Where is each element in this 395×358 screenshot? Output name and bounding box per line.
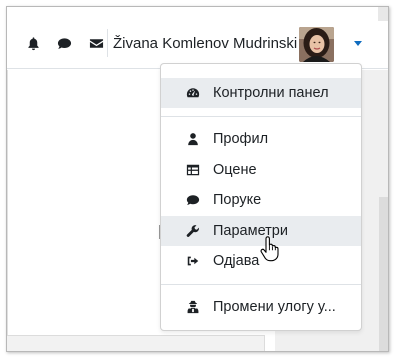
menu-item-label: Поруке: [213, 192, 262, 208]
bell-icon[interactable]: [25, 35, 41, 51]
user-icon: [185, 131, 201, 147]
table-icon: [185, 162, 201, 178]
dashboard-icon: [185, 85, 201, 101]
envelope-icon[interactable]: [88, 35, 104, 51]
scrollbar[interactable]: [378, 7, 388, 21]
navbar-divider: [107, 29, 108, 57]
browser-frame: Živana Komlenov Mudrinski Контролни пане…: [6, 6, 389, 352]
content-block: [7, 335, 265, 351]
chat-bubble-icon[interactable]: [56, 35, 72, 51]
menu-item-grades[interactable]: Оцене: [161, 155, 361, 185]
menu-item-label: Промени улогу у...: [213, 299, 336, 315]
menu-item-profile[interactable]: Профил: [161, 124, 361, 154]
sign-out-icon: [185, 253, 201, 269]
menu-item-dashboard[interactable]: Контролни панел: [161, 78, 361, 108]
menu-divider: [161, 284, 361, 285]
menu-item-label: Одјава: [213, 253, 260, 269]
user-name[interactable]: Živana Komlenov Mudrinski: [113, 35, 297, 53]
wrench-icon: [185, 223, 201, 239]
hand-cursor-icon: [260, 236, 279, 262]
avatar[interactable]: [299, 27, 334, 62]
menu-item-label: Оцене: [213, 162, 257, 178]
chevron-down-icon[interactable]: [354, 41, 362, 46]
menu-item-label: Профил: [213, 131, 269, 147]
user-secret-icon: [185, 299, 201, 315]
top-navbar: Živana Komlenov Mudrinski: [7, 7, 388, 69]
side-region-shade: [379, 197, 388, 351]
user-dropdown-menu: Контролни панел Профил Оцене Поруке Пара…: [160, 63, 362, 331]
comment-icon: [185, 192, 201, 208]
menu-item-messages[interactable]: Поруке: [161, 185, 361, 215]
menu-item-label: Контролни панел: [213, 85, 329, 101]
content-edge: [7, 70, 8, 335]
menu-item-switch-role[interactable]: Промени улогу у...: [161, 292, 361, 322]
menu-divider: [161, 116, 361, 117]
